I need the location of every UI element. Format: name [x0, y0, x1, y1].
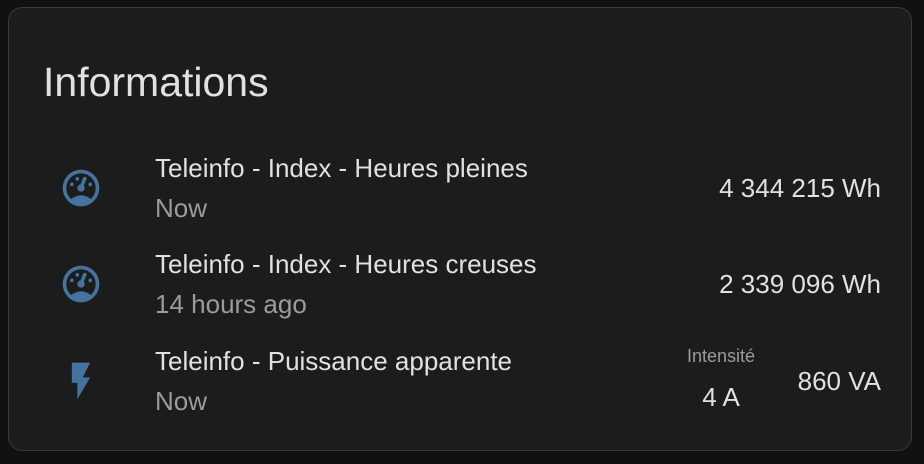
entities-card: Informations Teleinfo - Index - Heures p… — [8, 7, 912, 451]
entity-state: 860 VA — [797, 366, 881, 396]
entity-last-changed: Now — [155, 386, 208, 416]
entity-row-heures-creuses[interactable]: Teleinfo - Index - Heures creuses 14 hou… — [9, 244, 913, 324]
attribute-value: 4 A — [702, 382, 740, 412]
entity-row-puissance-apparente[interactable]: Teleinfo - Puissance apparente Now Inten… — [9, 341, 913, 421]
gauge-icon — [59, 166, 103, 210]
entity-last-changed: Now — [155, 193, 208, 223]
entity-name: Teleinfo - Index - Heures creuses — [155, 249, 537, 279]
entity-state: 4 344 215 Wh — [719, 173, 881, 203]
entity-last-changed: 14 hours ago — [155, 289, 307, 319]
card-title: Informations — [43, 59, 269, 105]
entity-state: 2 339 096 Wh — [719, 269, 881, 299]
gauge-icon — [59, 262, 103, 306]
attribute-label: Intensité — [686, 346, 756, 366]
entity-name: Teleinfo - Puissance apparente — [155, 346, 513, 376]
flash-icon — [59, 359, 103, 403]
entity-row-heures-pleines[interactable]: Teleinfo - Index - Heures pleines Now 4 … — [9, 148, 913, 228]
entity-name: Teleinfo - Index - Heures pleines — [155, 153, 528, 183]
